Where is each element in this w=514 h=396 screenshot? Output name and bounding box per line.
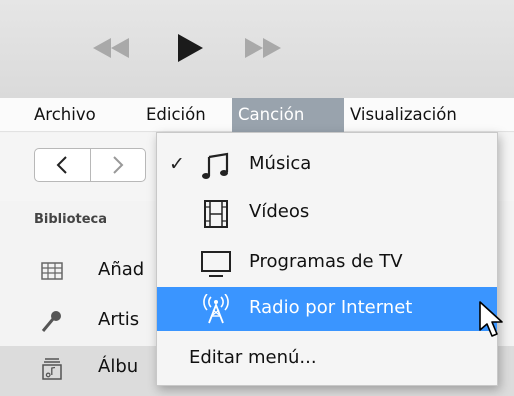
menu-archivo[interactable]: Archivo xyxy=(28,98,102,132)
rewind-button[interactable] xyxy=(86,28,136,68)
album-icon xyxy=(42,358,62,380)
chevron-right-icon xyxy=(113,156,124,174)
mouse-cursor-icon xyxy=(479,301,503,337)
radio-tower-icon xyxy=(203,294,229,324)
forward-button[interactable] xyxy=(89,149,146,181)
play-icon xyxy=(178,34,203,62)
grid-icon xyxy=(41,262,63,280)
library-header: Biblioteca xyxy=(34,212,108,227)
menu-edicion[interactable]: Edición xyxy=(140,98,212,132)
library-item-label: Añad xyxy=(98,259,145,280)
play-button[interactable] xyxy=(168,28,212,68)
menu-item-musica[interactable]: ✓ Música xyxy=(157,141,497,189)
music-note-icon xyxy=(202,152,229,179)
menu-item-radio-internet[interactable]: Radio por Internet xyxy=(157,287,497,331)
library-item-label: Artis xyxy=(98,309,140,330)
checkmark-icon: ✓ xyxy=(169,153,185,175)
menu-item-videos[interactable]: Vídeos xyxy=(157,189,497,237)
back-button[interactable] xyxy=(35,149,90,181)
menu-item-label: Música xyxy=(249,153,312,174)
monitor-icon xyxy=(201,251,231,277)
menu-item-programas-tv[interactable]: Programas de TV xyxy=(157,239,497,287)
menubar: Archivo Edición Canción Visualización xyxy=(0,98,514,132)
menu-item-label: Vídeos xyxy=(249,201,310,222)
menu-item-label: Radio por Internet xyxy=(249,297,413,318)
menu-item-editar-menu[interactable]: Editar menú... xyxy=(157,335,497,383)
menu-visualizacion[interactable]: Visualización xyxy=(344,98,463,132)
film-icon xyxy=(204,200,228,228)
fast-forward-button[interactable] xyxy=(238,28,288,68)
toolbar xyxy=(0,0,514,98)
menu-item-label: Programas de TV xyxy=(249,251,403,272)
rewind-icon xyxy=(93,38,129,58)
menu-item-label: Editar menú... xyxy=(189,347,317,368)
menu-cancion[interactable]: Canción xyxy=(232,98,344,132)
chevron-left-icon xyxy=(56,156,67,174)
cancion-dropdown-menu: ✓ Música Vídeos Programas de TV Radio po… xyxy=(156,132,498,386)
fast-forward-icon xyxy=(245,38,281,58)
back-forward-group xyxy=(34,148,146,182)
microphone-icon xyxy=(41,311,61,332)
library-item-label: Álbu xyxy=(98,356,139,377)
